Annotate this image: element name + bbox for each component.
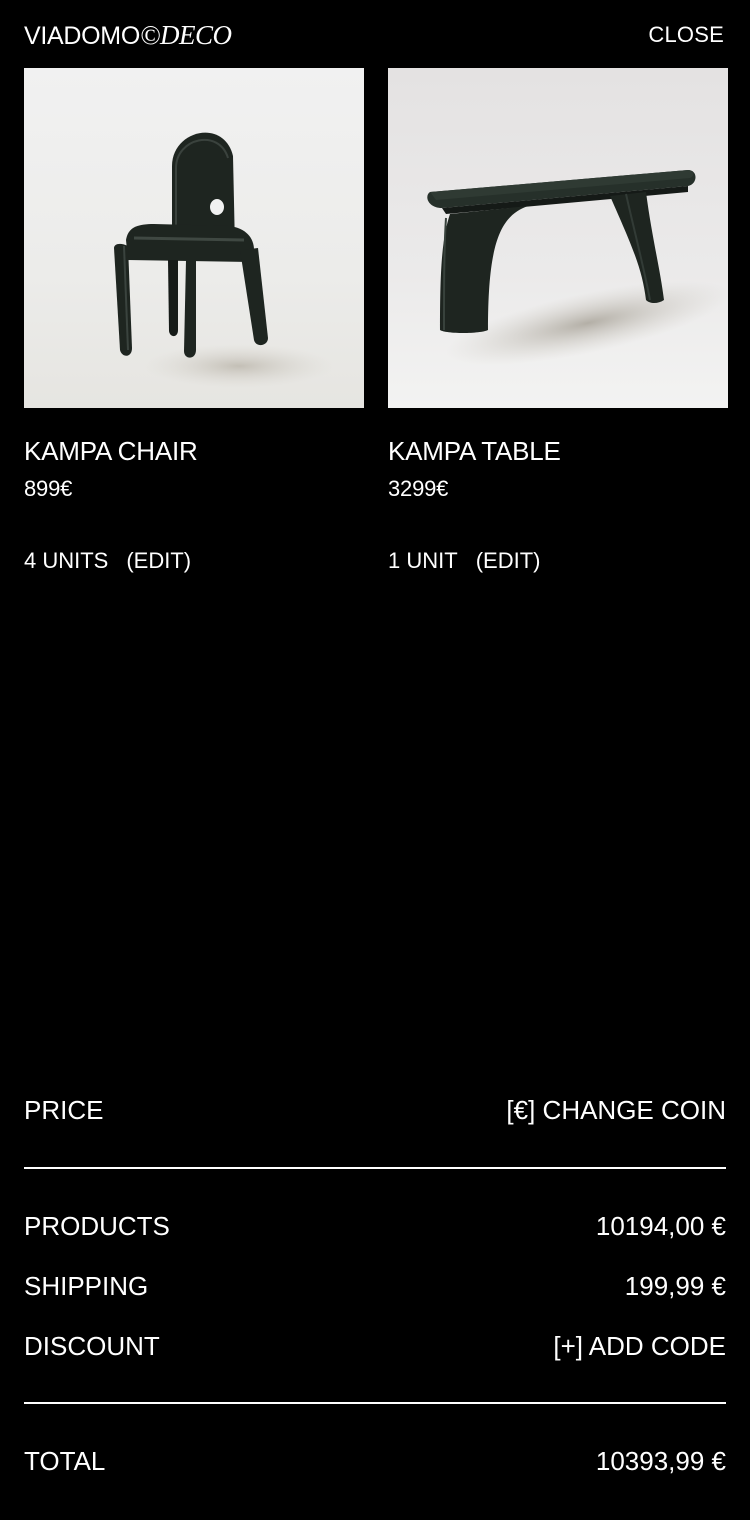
- cart-item: KAMPA CHAIR 899€ 4 UNITS (EDIT): [24, 68, 364, 574]
- quantity-label: 4 UNITS: [24, 548, 109, 573]
- products-label: PRODUCTS: [24, 1210, 170, 1241]
- brand-name: VIADOMO: [24, 21, 140, 50]
- discount-label: DISCOUNT: [24, 1330, 160, 1361]
- divider: [24, 1402, 726, 1404]
- product-name[interactable]: KAMPA CHAIR: [24, 436, 364, 466]
- edit-quantity-button[interactable]: (EDIT): [126, 548, 191, 574]
- price-label: PRICE: [24, 1094, 104, 1125]
- add-code-button[interactable]: [+] ADD CODE: [553, 1331, 726, 1362]
- close-button[interactable]: CLOSE: [648, 22, 724, 48]
- discount-row: DISCOUNT [+] ADD CODE: [24, 1326, 726, 1366]
- change-coin-button[interactable]: [€] CHANGE COIN: [506, 1095, 726, 1126]
- product-price: 899€: [24, 476, 73, 501]
- product-price: 3299€: [388, 476, 449, 501]
- header: VIADOMO ©DECO CLOSE: [24, 18, 724, 52]
- quantity-label: 1 UNIT: [388, 548, 458, 573]
- price-row: PRICE [€] CHANGE COIN: [24, 1090, 726, 1130]
- shipping-row: SHIPPING 199,99 €: [24, 1266, 726, 1306]
- quantity-row: 1 UNIT (EDIT): [388, 548, 728, 574]
- quantity-row: 4 UNITS (EDIT): [24, 548, 364, 574]
- shipping-value: 199,99 €: [624, 1270, 726, 1301]
- cart-items: KAMPA CHAIR 899€ 4 UNITS (EDIT) KAMPA TA…: [24, 68, 728, 574]
- products-row: PRODUCTS 10194,00 €: [24, 1206, 726, 1246]
- order-summary: PRICE [€] CHANGE COIN PRODUCTS 10194,00 …: [24, 1090, 726, 1481]
- table-photo[interactable]: [388, 68, 728, 408]
- cart-item: KAMPA TABLE 3299€ 1 UNIT (EDIT): [388, 68, 728, 574]
- products-value: 10194,00 €: [595, 1210, 726, 1241]
- shipping-label: SHIPPING: [24, 1270, 149, 1301]
- edit-quantity-button[interactable]: (EDIT): [476, 548, 541, 574]
- brand-logo[interactable]: VIADOMO ©DECO: [24, 19, 232, 50]
- brand-mark: ©DECO: [139, 19, 232, 50]
- total-row: TOTAL 10393,99 €: [24, 1441, 726, 1481]
- chair-photo[interactable]: [24, 68, 364, 408]
- total-label: TOTAL: [24, 1445, 106, 1476]
- total-value: 10393,99 €: [595, 1445, 726, 1476]
- divider: [24, 1167, 726, 1169]
- product-name[interactable]: KAMPA TABLE: [388, 436, 728, 466]
